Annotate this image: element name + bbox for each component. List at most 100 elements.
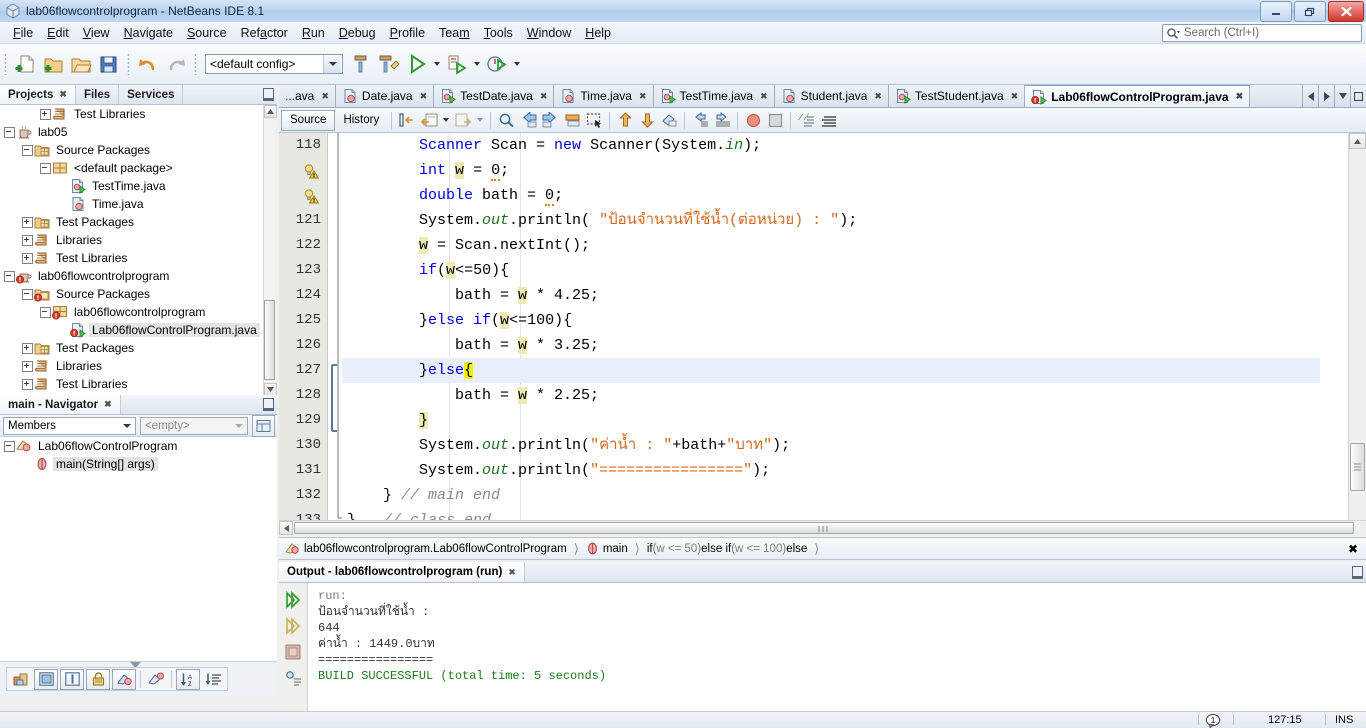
minimize-navigator-button[interactable]: [259, 395, 277, 414]
code-text[interactable]: Scanner Scan = new Scanner(System.in); i…: [342, 133, 1320, 536]
collapse-icon[interactable]: [21, 144, 34, 157]
tab-files[interactable]: Files: [76, 85, 120, 104]
layout-single-icon[interactable]: [34, 668, 58, 690]
shift-line-left-icon[interactable]: [418, 110, 440, 130]
toggle-highlight-search-icon[interactable]: [658, 110, 680, 130]
menu-view[interactable]: View: [76, 24, 117, 42]
tree-item[interactable]: lab06flowcontrolprogram: [0, 267, 277, 285]
tree-item[interactable]: Test Packages: [0, 339, 277, 357]
code-line[interactable]: System.out.println( "ป้อนจำนวนที่ใช้น้ำ(…: [342, 208, 1320, 233]
rerun-alt-icon[interactable]: [279, 613, 307, 639]
layout-split-icon[interactable]: [60, 668, 84, 690]
tree-item[interactable]: TestTime.java: [0, 177, 277, 195]
code-line[interactable]: } // main end: [342, 483, 1320, 508]
line-number[interactable]: 121: [279, 208, 327, 233]
rerun-icon[interactable]: [279, 587, 307, 613]
menu-debug[interactable]: Debug: [332, 24, 383, 42]
line-number[interactable]: 131: [279, 458, 327, 483]
chevron-down-icon[interactable]: [323, 55, 341, 73]
expand-icon[interactable]: [21, 360, 34, 373]
chevron-down-icon[interactable]: [477, 118, 484, 122]
line-number-gutter[interactable]: 1181211221231241251261271281291301311321…: [279, 133, 328, 536]
navigator-filters-icon[interactable]: [251, 414, 275, 437]
code-line[interactable]: double bath = 0;: [342, 183, 1320, 208]
menu-help[interactable]: Help: [578, 24, 618, 42]
toggle-rectangular-selection-icon[interactable]: [583, 110, 605, 130]
close-icon[interactable]: ✖: [639, 91, 647, 102]
menu-team[interactable]: Team: [432, 24, 477, 42]
close-icon[interactable]: ✖: [874, 91, 882, 102]
editor-tab[interactable]: Date.java ✖: [335, 85, 435, 107]
code-line[interactable]: w = Scan.nextInt();: [342, 233, 1320, 258]
tree-item[interactable]: Source Packages: [0, 141, 277, 159]
code-line[interactable]: System.out.println("ค่าน้ำ : "+bath+"บาท…: [342, 433, 1320, 458]
collapse-icon[interactable]: [21, 288, 34, 301]
profile-project-icon[interactable]: [483, 49, 511, 79]
expand-icon[interactable]: [21, 216, 34, 229]
project-config-combo[interactable]: <default config>: [205, 54, 343, 74]
code-line[interactable]: bath = w * 3.25;: [342, 333, 1320, 358]
editor-vertical-scrollbar[interactable]: [1348, 133, 1366, 536]
scroll-tabs-right-icon[interactable]: [1318, 85, 1334, 107]
scroll-left-arrow-icon[interactable]: [279, 521, 293, 535]
tree-item[interactable]: Test Libraries: [0, 105, 277, 123]
line-number[interactable]: 128: [279, 383, 327, 408]
line-number[interactable]: 132: [279, 483, 327, 508]
code-line[interactable]: int w = 0;: [342, 158, 1320, 183]
code-line[interactable]: if(w<=50){: [342, 258, 1320, 283]
output-text[interactable]: run: ป้อนจำนวนที่ใช้น้ำ : 644 ค่าน้ำ : 1449…: [308, 583, 1366, 713]
close-icon[interactable]: ✖: [420, 91, 428, 102]
code-editor[interactable]: 1181211221231241251261271281291301311321…: [279, 133, 1366, 536]
tree-item[interactable]: Libraries: [0, 357, 277, 375]
expand-icon[interactable]: [39, 108, 52, 121]
menu-source[interactable]: Source: [180, 24, 234, 42]
collapse-icon[interactable]: [3, 270, 16, 283]
line-number[interactable]: 122: [279, 233, 327, 258]
next-error-icon[interactable]: [636, 110, 658, 130]
tree-item[interactable]: Source Packages: [0, 285, 277, 303]
close-icon[interactable]: ✖: [540, 91, 548, 102]
menu-navigate[interactable]: Navigate: [117, 24, 180, 42]
chevron-down-icon[interactable]: [443, 118, 450, 122]
shift-line-right-icon[interactable]: [452, 110, 474, 130]
search-input[interactable]: Search (Ctrl+I): [1162, 24, 1362, 42]
tree-item[interactable]: Libraries: [0, 231, 277, 249]
maximize-editor-icon[interactable]: [1350, 85, 1366, 107]
expand-icon[interactable]: [21, 342, 34, 355]
line-number[interactable]: 123: [279, 258, 327, 283]
tab-list-icon[interactable]: [1334, 85, 1350, 107]
chevron-down-icon[interactable]: [119, 418, 135, 434]
navigator-filter-combo[interactable]: <empty>: [139, 416, 248, 435]
next-bookmark-icon[interactable]: [539, 110, 561, 130]
sort-alphabetically-icon[interactable]: A Z: [176, 668, 200, 690]
debug-project-icon[interactable]: [443, 49, 471, 79]
tab-source[interactable]: Source: [281, 109, 336, 131]
lock-icon[interactable]: [86, 668, 110, 690]
new-project-icon[interactable]: [39, 49, 67, 79]
close-icon[interactable]: ✖: [760, 91, 768, 102]
code-line[interactable]: System.out.println("================");: [342, 458, 1320, 483]
tree-item[interactable]: Lab06flowControlProgram.java: [0, 321, 277, 339]
tree-item[interactable]: <default package>: [0, 159, 277, 177]
tree-item[interactable]: lab06flowcontrolprogram: [0, 303, 277, 321]
inherited-members-icon[interactable]: [112, 668, 136, 690]
line-number[interactable]: 125: [279, 308, 327, 333]
menu-run[interactable]: Run: [295, 24, 332, 42]
close-button[interactable]: [1328, 1, 1364, 22]
undo-icon[interactable]: [134, 49, 162, 79]
menu-edit[interactable]: Edit: [40, 24, 76, 42]
editor-tab[interactable]: Time.java ✖: [554, 85, 654, 107]
settings-icon[interactable]: [279, 665, 307, 691]
minimize-output-button[interactable]: [1348, 562, 1366, 582]
editor-horizontal-scrollbar[interactable]: [279, 520, 1366, 536]
find-selection-icon[interactable]: [495, 110, 517, 130]
build-project-icon[interactable]: [347, 49, 375, 79]
close-icon[interactable]: ✖: [104, 399, 112, 410]
tree-item[interactable]: main(String[] args): [0, 455, 277, 473]
tab-output[interactable]: Output - lab06flowcontrolprogram (run) ✖: [279, 562, 525, 582]
last-edit-icon[interactable]: [396, 110, 418, 130]
notification-badge[interactable]: 1: [1205, 713, 1222, 728]
breadcrumb-class[interactable]: lab06flowcontrolprogram.Lab06flowControl…: [304, 543, 567, 555]
code-line[interactable]: Scanner Scan = new Scanner(System.in);: [342, 133, 1320, 158]
expand-icon[interactable]: [21, 378, 34, 391]
